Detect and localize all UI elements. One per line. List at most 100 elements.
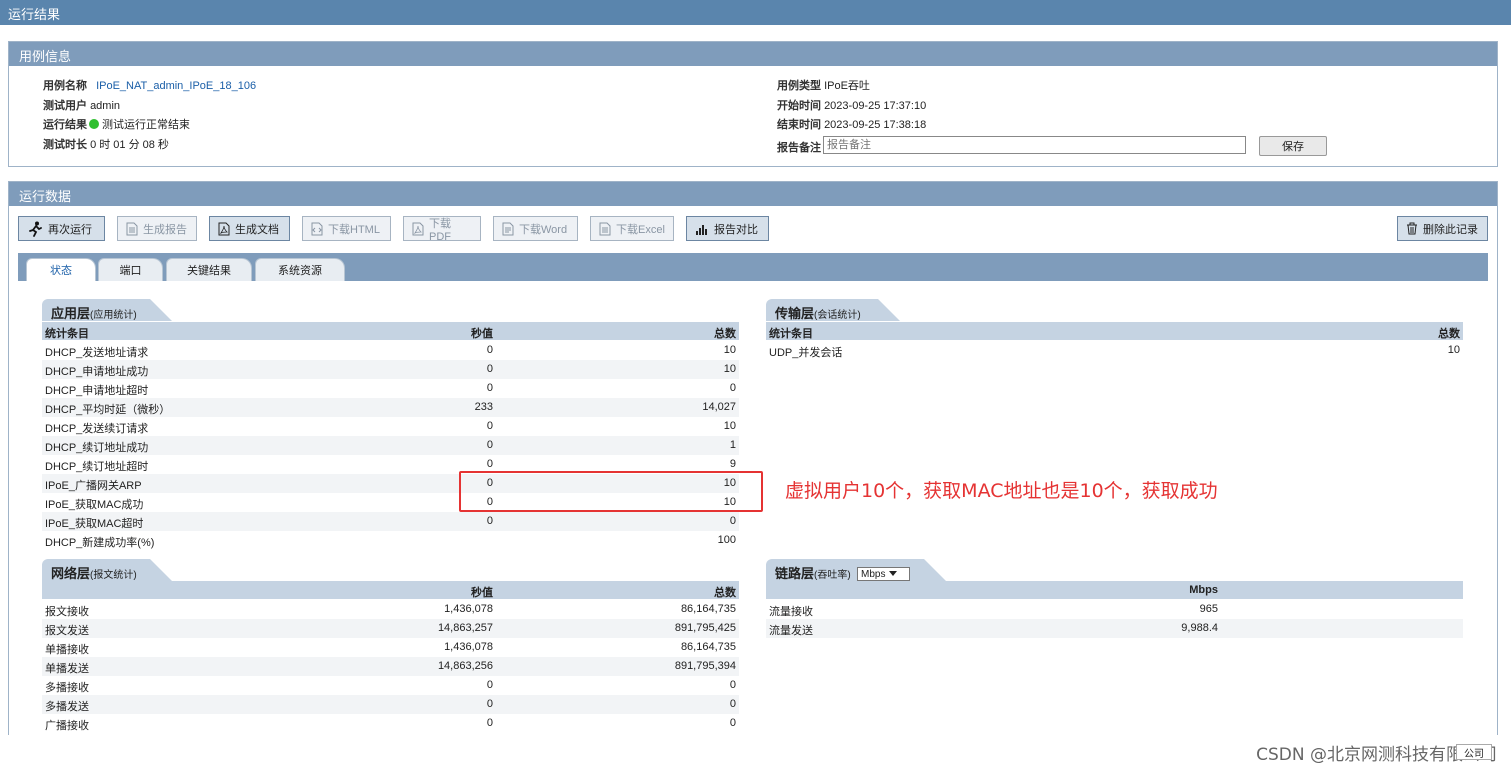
link-cell-mbps: 965 [1199,603,1218,615]
network-col-per-second: 秒值 [471,587,493,599]
app-cell-total: 1 [729,439,736,451]
network-cell-item: 报文发送 [45,625,89,637]
table-row: DHCP_发送续订请求 0 10 [42,417,739,436]
transport-row-total: 10 [1447,344,1460,356]
link-cell-item: 流量发送 [769,625,813,637]
report-note-label: 报告备注 [777,142,821,154]
network-cell-per-second: 14,863,257 [437,622,493,634]
app-cell-per-second: 0 [486,458,493,470]
app-cell-per-second: 0 [486,420,493,432]
end-time-label: 结束时间 [777,119,821,131]
app-cell-total: 9 [729,458,736,470]
html-file-icon [311,222,323,235]
fold-tag[interactable]: 公司 [1456,744,1492,760]
document-icon [126,222,138,235]
network-layer-title: 网络层 [51,566,91,581]
table-row: DHCP_续订地址成功 0 1 [42,436,739,455]
compare-report-button[interactable]: 报告对比 [686,216,769,241]
network-col-total: 总数 [714,587,736,599]
tab-status-label: 状态 [50,265,72,277]
case-info-title: 用例信息 [19,49,72,64]
case-type-label: 用例类型 [777,80,821,92]
download-html-label: 下载HTML [328,223,380,236]
start-time-row: 开始时间 2023-09-25 17:37:10 [777,97,926,113]
app-cell-per-second: 0 [486,382,493,394]
delete-record-button[interactable]: 删除此记录 [1397,216,1488,241]
case-type-row: 用例类型 IPoE吞吐 [777,77,870,93]
case-info-header: 用例信息 [9,42,1497,66]
app-cell-item: IPoE_获取MAC超时 [45,518,144,530]
network-cell-item: 单播发送 [45,663,89,675]
network-cell-per-second: 1,436,078 [444,603,493,615]
table-row: 多播接收 0 0 [42,676,739,695]
network-cell-total: 0 [729,698,736,710]
test-user-label: 测试用户 [43,100,87,112]
app-layer-title: 应用层 [51,306,91,321]
table-row: 单播发送 14,863,256 891,795,394 [42,657,739,676]
network-cell-per-second: 1,436,078 [444,641,493,653]
generate-report-button[interactable]: 生成报告 [117,216,197,241]
app-cell-per-second: 0 [486,515,493,527]
save-button-label: 保存 [1282,141,1304,153]
test-user-row: 测试用户 admin [43,97,120,113]
app-cell-total: 0 [729,382,736,394]
tab-bar: 状态 端口 关键结果 系统资源 [18,253,1488,281]
download-excel-button[interactable]: 下载Excel [590,216,674,241]
duration-value: 0 时 01 分 08 秒 [90,139,169,151]
duration-label: 测试时长 [43,139,87,151]
app-cell-item: DHCP_平均时延（微秒） [45,404,171,416]
network-cell-total: 891,795,394 [674,660,736,672]
network-cell-per-second: 0 [486,717,493,729]
run-data-header: 运行数据 [9,182,1497,206]
download-excel-label: 下载Excel [616,223,665,236]
table-row: 报文发送 14,863,257 891,795,425 [42,619,739,638]
generate-doc-button[interactable]: 生成文档 [209,216,290,241]
transport-col-total: 总数 [1438,328,1460,340]
tab-system-resources[interactable]: 系统资源 [255,258,345,281]
tab-ports[interactable]: 端口 [98,258,163,281]
transport-layer-subtitle: (会话统计) [814,310,861,321]
link-layer-subtitle: (吞吐率) [814,570,851,581]
app-cell-per-second: 233 [474,401,493,413]
app-cell-per-second: 0 [486,363,493,375]
rerun-button[interactable]: 再次运行 [18,216,105,241]
duration-row: 测试时长 0 时 01 分 08 秒 [43,136,169,152]
app-cell-total: 14,027 [702,401,736,413]
table-row: DHCP_平均时延（微秒） 233 14,027 [42,398,739,417]
app-cell-total: 10 [723,344,736,356]
network-cell-item: 广播接收 [45,720,89,732]
network-cell-item: 多播接收 [45,682,89,694]
download-pdf-button[interactable]: 下载PDF [403,216,481,243]
network-cell-item: 单播接收 [45,644,89,656]
excel-file-icon [599,222,611,235]
run-result-label: 运行结果 [43,119,87,131]
unit-select[interactable]: Mbps [857,567,910,581]
table-row: DHCP_申请地址成功 0 10 [42,360,739,379]
download-word-button[interactable]: 下载Word [493,216,578,241]
compare-report-label: 报告对比 [714,223,758,236]
trash-icon [1407,222,1417,235]
table-row: 广播接收 0 0 [42,714,739,733]
download-html-button[interactable]: 下载HTML [302,216,391,241]
save-button[interactable]: 保存 [1259,136,1327,156]
chevron-down-icon [889,571,898,576]
tab-status[interactable]: 状态 [26,258,96,281]
case-name-label: 用例名称 [43,80,87,92]
run-result-value: 测试运行正常结束 [102,119,190,131]
tab-key-results-label: 关键结果 [187,265,231,277]
link-cell-mbps: 9,988.4 [1181,622,1218,634]
tab-key-results[interactable]: 关键结果 [166,258,252,281]
word-file-icon [502,222,514,235]
table-row: 流量接收 965 [766,600,1463,619]
table-row: DHCP_发送地址请求 0 10 [42,341,739,360]
network-cell-total: 86,164,735 [680,603,736,615]
generate-report-label: 生成报告 [143,223,187,236]
case-name-row: 用例名称 IPoE_NAT_admin_IPoE_18_106 [43,77,256,93]
app-layer-table-header: 统计条目 秒值 总数 [42,322,739,340]
tab-ports-label: 端口 [119,265,142,277]
app-layer-subtitle: (应用统计) [90,310,137,321]
case-name-link[interactable]: IPoE_NAT_admin_IPoE_18_106 [96,80,256,92]
app-layer-tab: 应用层(应用统计) [42,299,172,321]
report-note-input[interactable] [823,136,1246,154]
network-layer-table-header: 秒值 总数 [42,581,739,599]
